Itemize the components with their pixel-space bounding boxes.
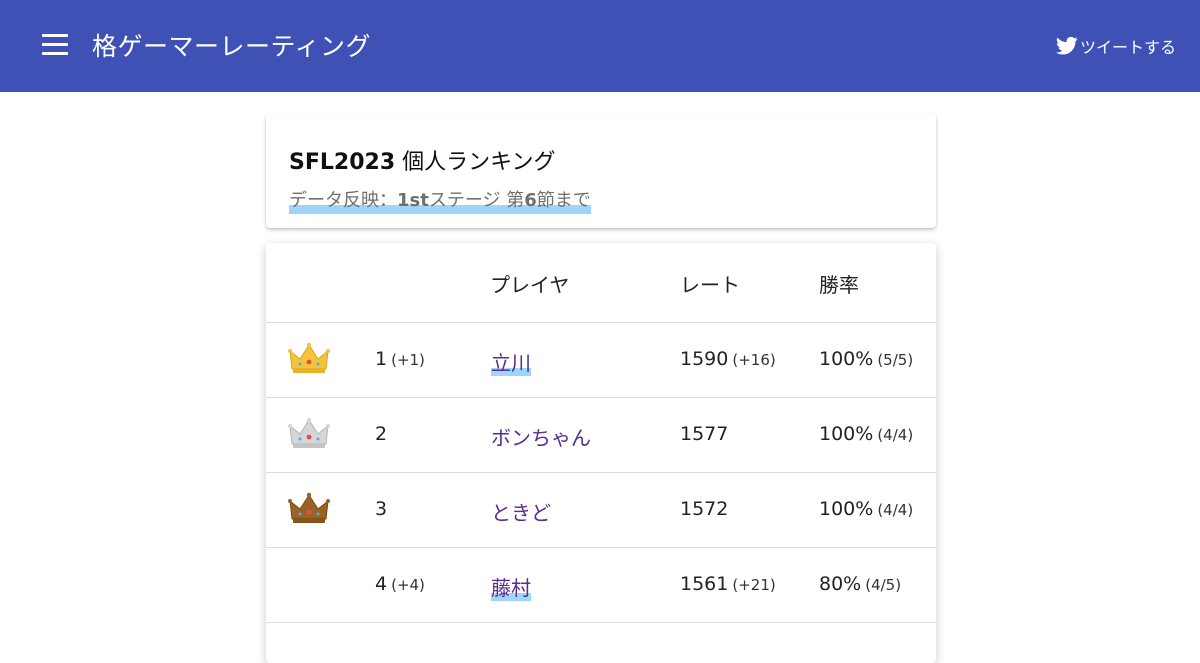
header-winrate: 勝率 [819, 273, 859, 297]
header-rate: レート [680, 273, 740, 297]
rank: 3 [375, 498, 388, 520]
menu-icon[interactable] [42, 34, 70, 56]
app-bar: 格ゲーマーレーティング ツイートする [0, 0, 1200, 92]
data-status: データ反映：1stステージ 第6節まで [289, 186, 591, 214]
table-row: 1 (+1) 立川 1590 (+16) 100% (5/5) [266, 323, 936, 398]
tweet-button[interactable]: ツイートする [1055, 34, 1176, 58]
rank: 1 (+1) [375, 348, 425, 370]
player-link[interactable]: ときど [491, 497, 551, 526]
gold-crown-icon [288, 342, 330, 373]
rate: 1572 [680, 498, 729, 520]
table-row: 4 (+4) 藤村 1561 (+21) 80% (4/5) [266, 548, 936, 623]
win-rate: 80% (4/5) [819, 573, 902, 595]
header-player: プレイヤ [490, 273, 570, 297]
player-link[interactable]: 立川 [491, 347, 531, 376]
rank: 2 [375, 423, 388, 445]
table-row: 2 ボンちゃん 1577 100% (4/4) [266, 398, 936, 473]
win-rate: 100% (4/4) [819, 423, 914, 445]
summary-card: SFL2023 個人ランキング データ反映：1stステージ 第6節まで [266, 114, 936, 228]
rate: 1561 (+21) [680, 573, 776, 595]
win-rate: 100% (5/5) [819, 348, 914, 370]
tweet-label: ツイートする [1079, 38, 1176, 57]
page-title: SFL2023 個人ランキング [289, 150, 556, 175]
twitter-icon [1055, 36, 1078, 55]
win-rate: 100% (4/4) [819, 498, 914, 520]
ranking-table: プレイヤ レート 勝率 1 (+1) 立川 1590 (+16) 100% (5/5)… [266, 243, 936, 663]
silver-crown-icon [288, 417, 330, 448]
rate: 1577 [680, 423, 729, 445]
rank: 4 (+4) [375, 573, 425, 595]
rate: 1590 (+16) [680, 348, 776, 370]
bronze-crown-icon [288, 492, 330, 523]
player-link[interactable]: 藤村 [491, 572, 531, 601]
table-row: 3 ときど 1572 100% (4/4) [266, 473, 936, 548]
player-link[interactable]: ボンちゃん [491, 422, 591, 451]
app-title[interactable]: 格ゲーマーレーティング [92, 27, 371, 63]
table-header: プレイヤ レート 勝率 [266, 243, 936, 323]
